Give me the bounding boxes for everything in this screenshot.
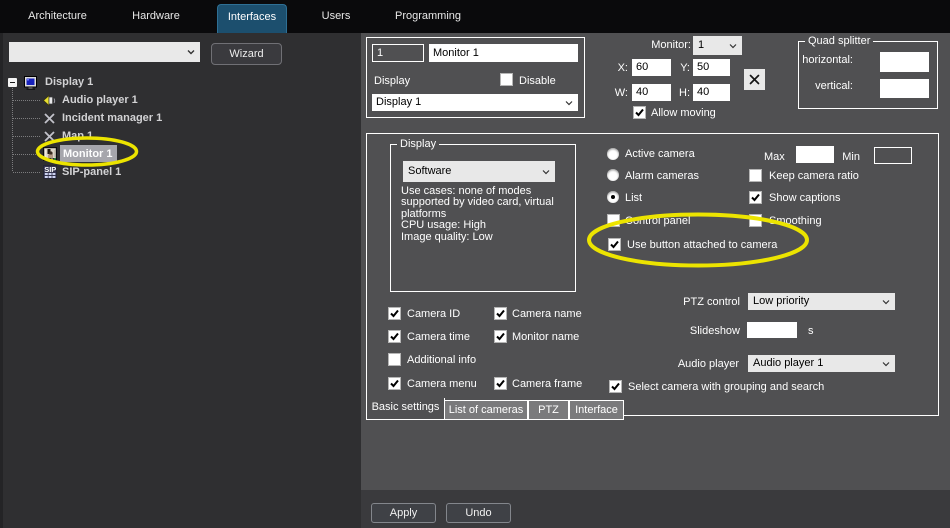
svg-text:SIP: SIP (44, 165, 56, 174)
